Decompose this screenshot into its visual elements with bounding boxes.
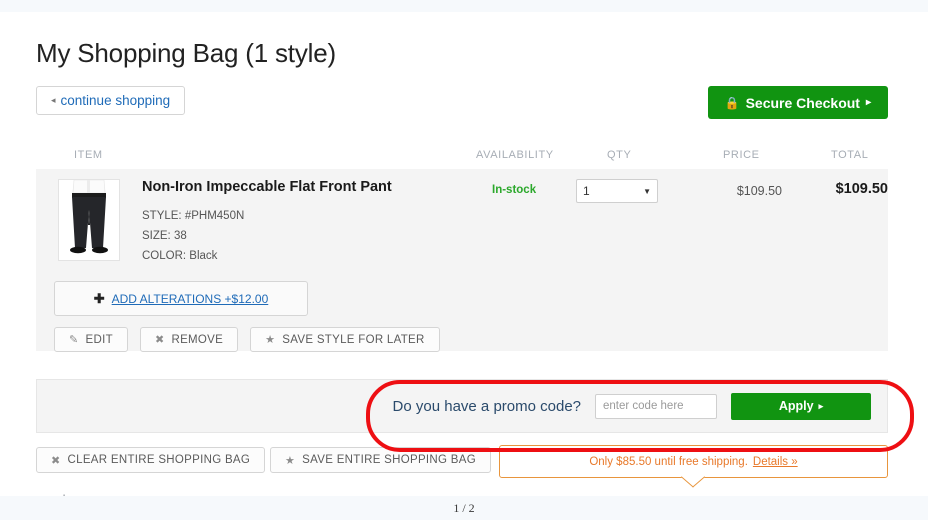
cart-item-row: Non-Iron Impeccable Flat Front Pant STYL… — [36, 169, 888, 352]
save-style-label: SAVE STYLE FOR LATER — [282, 333, 425, 346]
page-indicator: 1 / 2 — [0, 496, 928, 520]
lock-icon: 🔒 — [724, 95, 740, 110]
free-shipping-callout: Only $85.50 until free shipping. Details… — [499, 445, 888, 488]
browser-top-strip — [0, 0, 928, 12]
edit-button[interactable]: ✎ EDIT — [54, 327, 128, 352]
secure-checkout-button[interactable]: 🔒 Secure Checkout ▸ — [707, 86, 888, 119]
item-total: $109.50 — [835, 181, 888, 197]
cross-icon: ✖ — [51, 454, 61, 467]
remove-label: REMOVE — [171, 333, 224, 346]
page-content: My Shopping Bag (1 style) ◂ continue sho… — [36, 12, 888, 488]
column-header-price: PRICE — [723, 149, 760, 161]
chevron-down-icon: ▼ — [643, 186, 651, 196]
availability-status: In-stock — [492, 184, 537, 196]
clear-entire-shopping-bag-button[interactable]: ✖ CLEAR ENTIRE SHOPPING BAG — [36, 447, 266, 473]
edit-label: EDIT — [85, 333, 113, 346]
shopping-bag-page: My Shopping Bag (1 style) ◂ continue sho… — [0, 12, 928, 508]
page-title: My Shopping Bag (1 style) — [36, 38, 336, 68]
item-price: $109.50 — [736, 184, 782, 198]
column-header-qty: QTY — [607, 149, 632, 161]
promo-code-input[interactable]: enter code here — [595, 393, 717, 419]
product-info: Non-Iron Impeccable Flat Front Pant STYL… — [142, 179, 462, 266]
column-header-item: ITEM — [74, 149, 103, 161]
quantity-select[interactable]: 1 ▼ — [576, 179, 658, 203]
clear-bag-label: CLEAR ENTIRE SHOPPING BAG — [67, 454, 251, 466]
secure-checkout-label: Secure Checkout — [745, 94, 860, 111]
callout-tail-cover — [684, 474, 703, 477]
add-alterations-label: ADD ALTERATIONS +$12.00 — [111, 291, 269, 306]
column-header-availability: AVAILABILITY — [476, 149, 554, 161]
continue-shopping-button[interactable]: ◂ continue shopping — [36, 86, 186, 115]
product-size: SIZE: 38 — [142, 230, 187, 242]
chevron-right-icon: ▸ — [818, 400, 824, 411]
callout-tail — [680, 466, 705, 488]
left-arrow-icon: ◂ — [51, 95, 56, 105]
pencil-icon: ✎ — [69, 334, 79, 346]
product-style: STYLE: #PHM450N — [142, 210, 245, 222]
free-shipping-text: Only $85.50 until free shipping. — [589, 455, 748, 468]
save-entire-shopping-bag-button[interactable]: ★ SAVE ENTIRE SHOPPING BAG — [270, 447, 491, 473]
promo-code-bar: Do you have a promo code? enter code her… — [36, 379, 888, 433]
product-name[interactable]: Non-Iron Impeccable Flat Front Pant — [142, 179, 462, 195]
cross-icon: ✖ — [154, 334, 165, 346]
table-header: ITEM AVAILABILITY QTY PRICE TOTAL — [36, 143, 888, 169]
apply-promo-button[interactable]: Apply ▸ — [731, 392, 871, 420]
plus-icon: ✚ — [93, 290, 105, 306]
item-action-buttons: ✎ EDIT ✖ REMOVE ★ SAVE STYLE FOR LATER — [54, 327, 440, 352]
product-image — [59, 180, 119, 260]
save-style-for-later-button[interactable]: ★ SAVE STYLE FOR LATER — [250, 327, 440, 352]
save-bag-label: SAVE ENTIRE SHOPPING BAG — [302, 454, 476, 466]
continue-shopping-label: continue shopping — [60, 93, 171, 108]
remove-button[interactable]: ✖ REMOVE — [139, 327, 239, 352]
product-color: COLOR: Black — [142, 250, 218, 262]
promo-code-label: Do you have a promo code? — [392, 397, 581, 415]
product-thumbnail[interactable] — [58, 179, 120, 261]
star-icon: ★ — [265, 334, 276, 346]
quantity-value: 1 — [583, 184, 590, 198]
bag-action-row: ✖ CLEAR ENTIRE SHOPPING BAG ★ SAVE ENTIR… — [36, 445, 888, 488]
page-indicator-label: 1 / 2 — [453, 500, 475, 515]
add-alterations-button[interactable]: ✚ ADD ALTERATIONS +$12.00 — [54, 281, 308, 316]
chevron-right-icon: ▸ — [865, 97, 871, 108]
shipping-details-link[interactable]: Details » — [753, 456, 798, 468]
column-header-total: TOTAL — [831, 149, 869, 161]
star-icon: ★ — [285, 454, 296, 467]
apply-label: Apply — [778, 399, 814, 413]
promo-code-placeholder: enter code here — [603, 400, 684, 412]
